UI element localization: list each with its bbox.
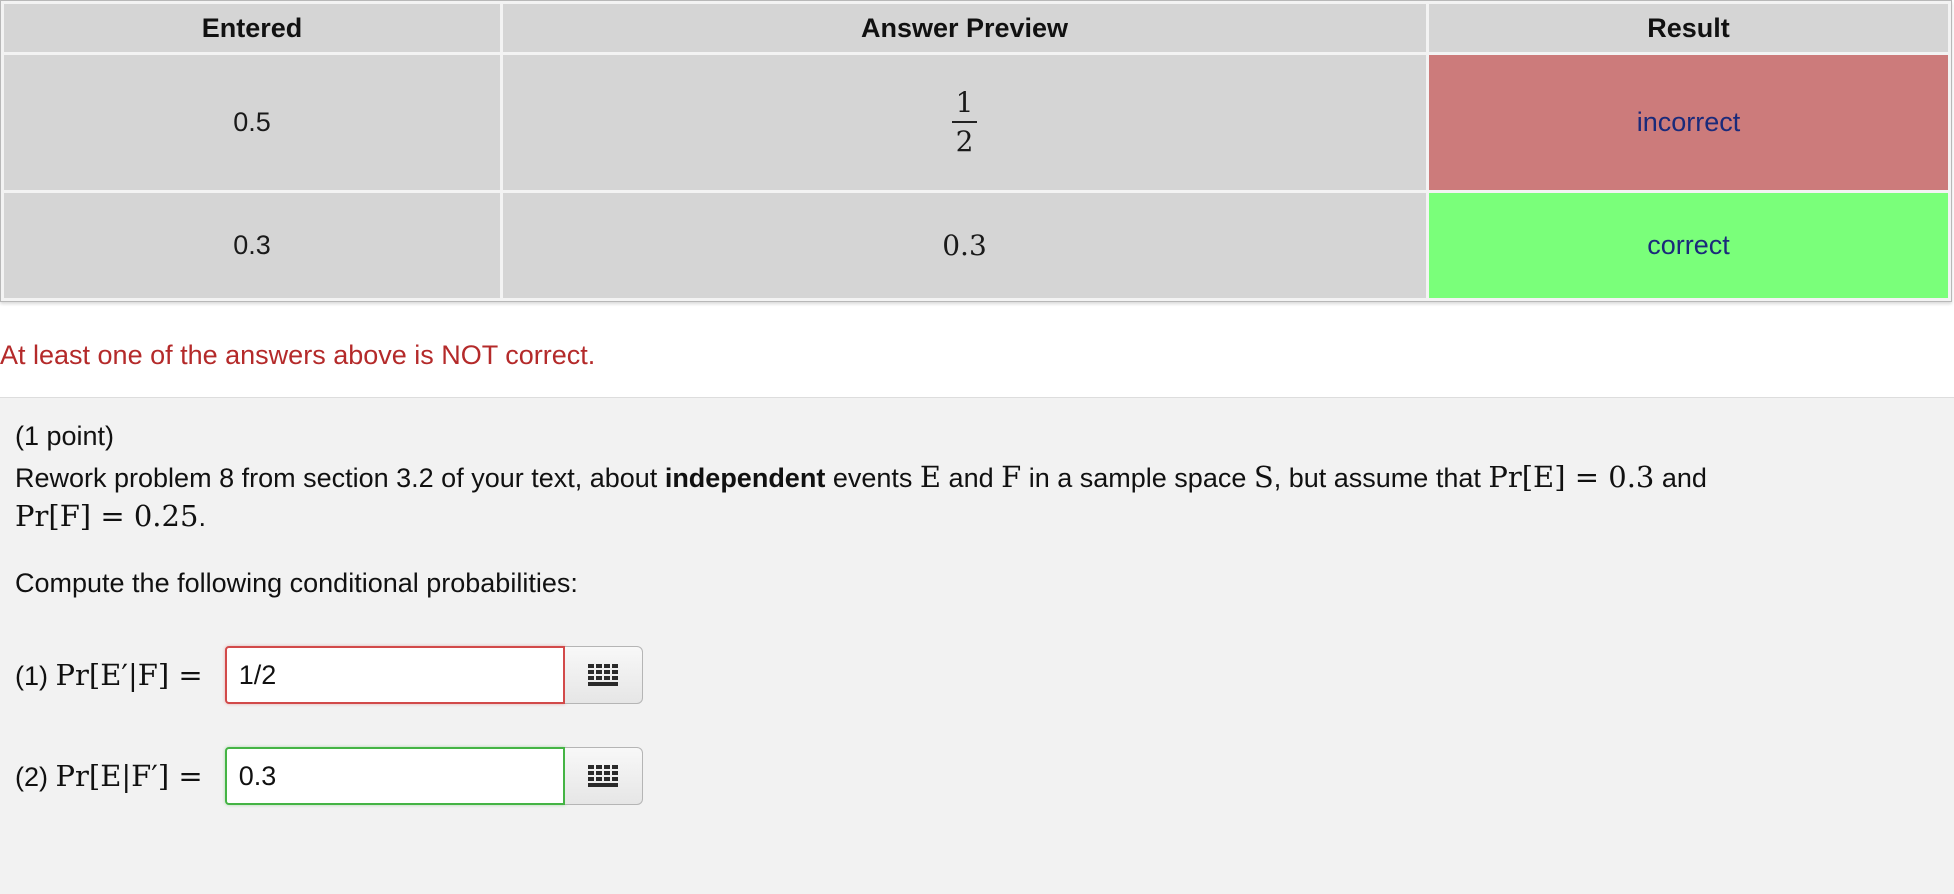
result-status: incorrect bbox=[1429, 55, 1948, 190]
problem-statement-line-1: Rework problem 8 from section 3.2 of you… bbox=[15, 460, 1707, 494]
keypad-grid-icon bbox=[588, 664, 619, 686]
keypad-button-1[interactable] bbox=[564, 646, 643, 704]
instruction-text: Compute the following conditional probab… bbox=[15, 568, 578, 598]
preview-fraction: 1 2 bbox=[951, 87, 978, 158]
math-sample-space: S bbox=[1253, 460, 1274, 494]
math-pr-f: Pr[F] = 0.25 bbox=[15, 499, 199, 533]
answer-label: (1) Pr[E′|F] = bbox=[15, 658, 203, 692]
statement-text: and bbox=[1654, 463, 1707, 493]
answer-row-2: (2) Pr[E|F′] = bbox=[15, 746, 643, 806]
header-answer-preview: Answer Preview bbox=[503, 4, 1426, 52]
results-table: Entered Answer Preview Result 0.5 1 2 in… bbox=[0, 0, 1952, 302]
math-pr-e: Pr[E] = 0.3 bbox=[1488, 460, 1655, 494]
table-row: 0.3 0.3 correct bbox=[4, 193, 1948, 298]
statement-text: Rework problem 8 from section 3.2 of you… bbox=[15, 463, 665, 493]
answer-preview: 1 2 bbox=[503, 55, 1426, 190]
answer-input-2[interactable] bbox=[224, 747, 565, 805]
point-value: (1 point) bbox=[15, 421, 115, 451]
keypad-grid-icon bbox=[588, 765, 619, 787]
answer-expression: Pr[E′|F] = bbox=[55, 658, 203, 692]
answer-preview: 0.3 bbox=[503, 193, 1426, 298]
statement-text: , but assume that bbox=[1273, 463, 1489, 493]
fraction-numerator: 1 bbox=[951, 87, 978, 123]
answer-label: (2) Pr[E|F′] = bbox=[15, 759, 203, 793]
statement-bold-word: independent bbox=[664, 463, 826, 493]
problem-statement-line-2: Pr[F] = 0.25. bbox=[15, 499, 206, 533]
results-header-row: Entered Answer Preview Result bbox=[4, 4, 1948, 52]
answer-input-1[interactable] bbox=[224, 646, 565, 704]
result-status: correct bbox=[1429, 193, 1948, 298]
statement-text: in a sample space bbox=[1021, 463, 1254, 493]
entered-value: 0.3 bbox=[4, 193, 501, 298]
table-row: 0.5 1 2 incorrect bbox=[4, 55, 1948, 190]
statement-text: events bbox=[825, 463, 920, 493]
answer-expression: Pr[E|F′] = bbox=[55, 759, 203, 793]
statement-text: . bbox=[198, 502, 206, 532]
math-event-f: F bbox=[1001, 460, 1022, 494]
answer-number: (2) bbox=[15, 762, 48, 792]
problem-panel: (1 point) Rework problem 8 from section … bbox=[0, 397, 1954, 894]
keypad-button-2[interactable] bbox=[564, 747, 643, 805]
page: Entered Answer Preview Result 0.5 1 2 in… bbox=[0, 0, 1954, 894]
statement-text: and bbox=[941, 463, 1002, 493]
answer-row-1: (1) Pr[E′|F] = bbox=[15, 645, 643, 705]
incorrect-answers-warning: At least one of the answers above is NOT… bbox=[0, 340, 596, 370]
header-result: Result bbox=[1429, 4, 1948, 52]
header-entered: Entered bbox=[4, 4, 501, 52]
entered-value: 0.5 bbox=[4, 55, 501, 190]
fraction-denominator: 2 bbox=[955, 124, 974, 158]
math-event-e: E bbox=[919, 460, 942, 494]
preview-value: 0.3 bbox=[942, 229, 987, 262]
answer-number: (1) bbox=[15, 661, 48, 691]
